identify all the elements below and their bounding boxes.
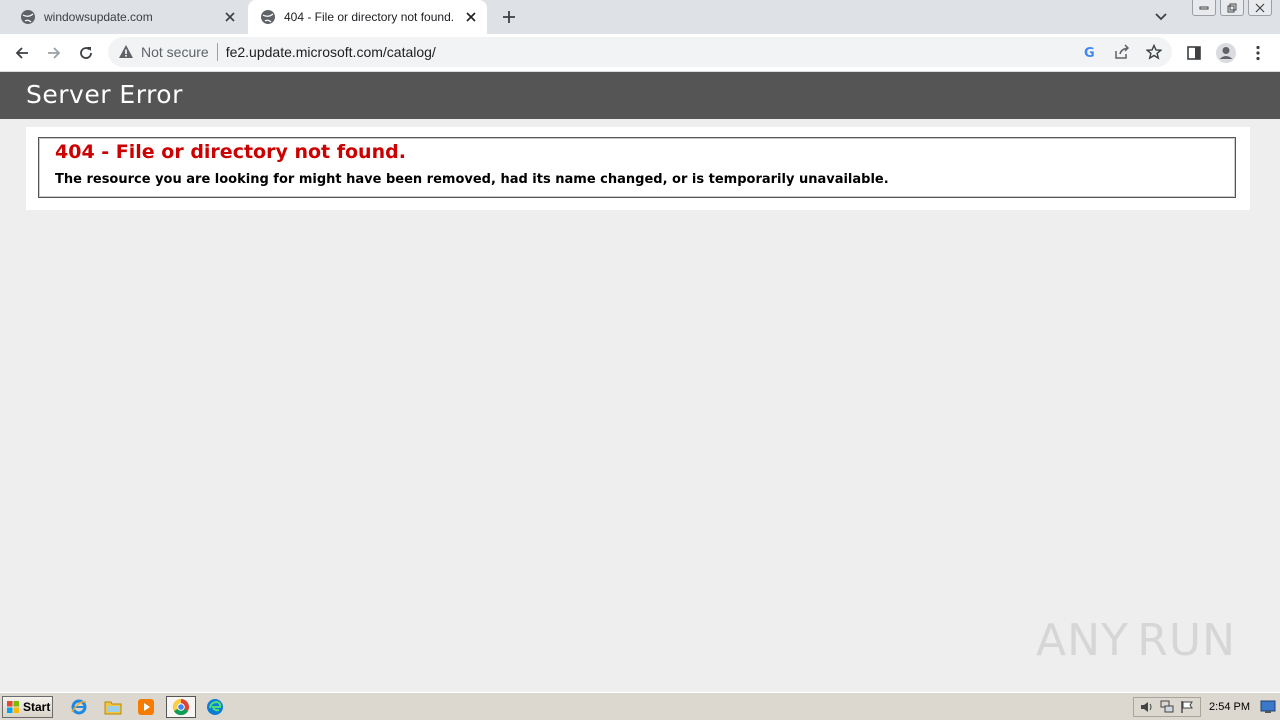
kebab-menu-icon: [1256, 45, 1260, 61]
file-explorer-button[interactable]: [101, 696, 125, 718]
error-title: 404 - File or directory not found.: [55, 141, 406, 163]
tab-strip: windowsupdate.com 404 - File or director…: [0, 0, 1280, 34]
share-icon[interactable]: [1112, 42, 1132, 62]
security-label[interactable]: Not secure: [141, 44, 209, 60]
volume-icon[interactable]: [1140, 700, 1154, 714]
show-desktop-icon[interactable]: [1260, 700, 1276, 714]
tab-title: windowsupdate.com: [44, 10, 153, 24]
start-button[interactable]: Start: [2, 696, 53, 718]
page-viewport: Server Error 404 - File or directory not…: [0, 72, 1280, 692]
clock[interactable]: 2:54 PM: [1209, 701, 1250, 713]
content-panel: 404 - File or directory not found. The r…: [26, 127, 1250, 210]
media-player-icon: [138, 699, 154, 715]
server-error-header: Server Error: [0, 72, 1280, 119]
svg-text:G: G: [1084, 46, 1095, 60]
back-button[interactable]: [10, 41, 34, 65]
close-window-button[interactable]: [1248, 0, 1272, 16]
arrow-left-icon: [15, 47, 28, 59]
omnibox-actions: G: [1080, 42, 1164, 62]
avatar-icon: [1216, 43, 1236, 63]
divider: [216, 43, 218, 61]
chrome-taskbar-button[interactable]: [166, 696, 196, 718]
profile-button[interactable]: [1214, 41, 1238, 65]
tab-404[interactable]: 404 - File or directory not found.: [248, 0, 487, 34]
edge-icon: [207, 699, 223, 715]
file-explorer-icon: [104, 701, 122, 715]
internet-explorer-icon: [71, 699, 87, 715]
side-panel-button[interactable]: [1182, 41, 1206, 65]
anyrun-watermark: ANY RUN: [1036, 610, 1236, 670]
window-controls: [1192, 0, 1272, 16]
internet-explorer-button[interactable]: [67, 696, 91, 718]
taskbar: Start 2:54 PM: [0, 692, 1280, 720]
tab-search-button[interactable]: [1150, 7, 1172, 27]
action-center-flag-icon[interactable]: [1180, 700, 1194, 714]
tab-title: 404 - File or directory not found.: [284, 10, 455, 24]
restore-icon: [1227, 3, 1237, 12]
star-icon[interactable]: [1144, 42, 1164, 62]
url-text[interactable]: fe2.update.microsoft.com/catalog/: [226, 44, 436, 60]
error-fieldset: 404 - File or directory not found. The r…: [38, 137, 1236, 198]
edge-button[interactable]: [203, 696, 227, 718]
arrow-right-icon: [48, 47, 61, 59]
tray-icons: [1133, 697, 1202, 717]
warning-icon: [119, 45, 133, 58]
side-panel-icon: [1187, 46, 1201, 60]
plus-icon: [503, 11, 515, 23]
start-label: Start: [23, 700, 51, 714]
error-description: The resource you are looking for might h…: [55, 172, 889, 187]
watermark-text-right: RUN: [1137, 614, 1236, 666]
globe-icon: [261, 10, 275, 24]
close-tab-icon[interactable]: [461, 7, 481, 27]
reload-icon: [80, 47, 92, 59]
forward-button[interactable]: [42, 41, 66, 65]
close-tab-icon[interactable]: [220, 7, 240, 27]
network-icon[interactable]: [1160, 700, 1174, 714]
restore-button[interactable]: [1220, 0, 1244, 16]
chevron-down-icon: [1155, 13, 1167, 21]
browser-toolbar: Not secure fe2.update.microsoft.com/cata…: [0, 34, 1280, 72]
address-bar[interactable]: Not secure fe2.update.microsoft.com/cata…: [108, 37, 1172, 67]
google-lens-icon[interactable]: G: [1080, 42, 1100, 62]
windows-logo-icon: [7, 701, 19, 713]
minimize-button[interactable]: [1192, 0, 1216, 16]
chrome-icon: [172, 698, 189, 716]
watermark-text-left: ANY: [1036, 614, 1129, 666]
minimize-icon: [1199, 6, 1209, 9]
menu-button[interactable]: [1246, 41, 1270, 65]
tab-windowsupdate[interactable]: windowsupdate.com: [8, 0, 246, 34]
close-icon: [1255, 3, 1265, 12]
globe-icon: [21, 10, 35, 24]
page-title: Server Error: [26, 80, 183, 109]
system-tray: 2:54 PM: [1133, 695, 1280, 719]
media-player-button[interactable]: [134, 696, 158, 718]
new-tab-button[interactable]: [498, 7, 520, 27]
reload-button[interactable]: [74, 41, 98, 65]
